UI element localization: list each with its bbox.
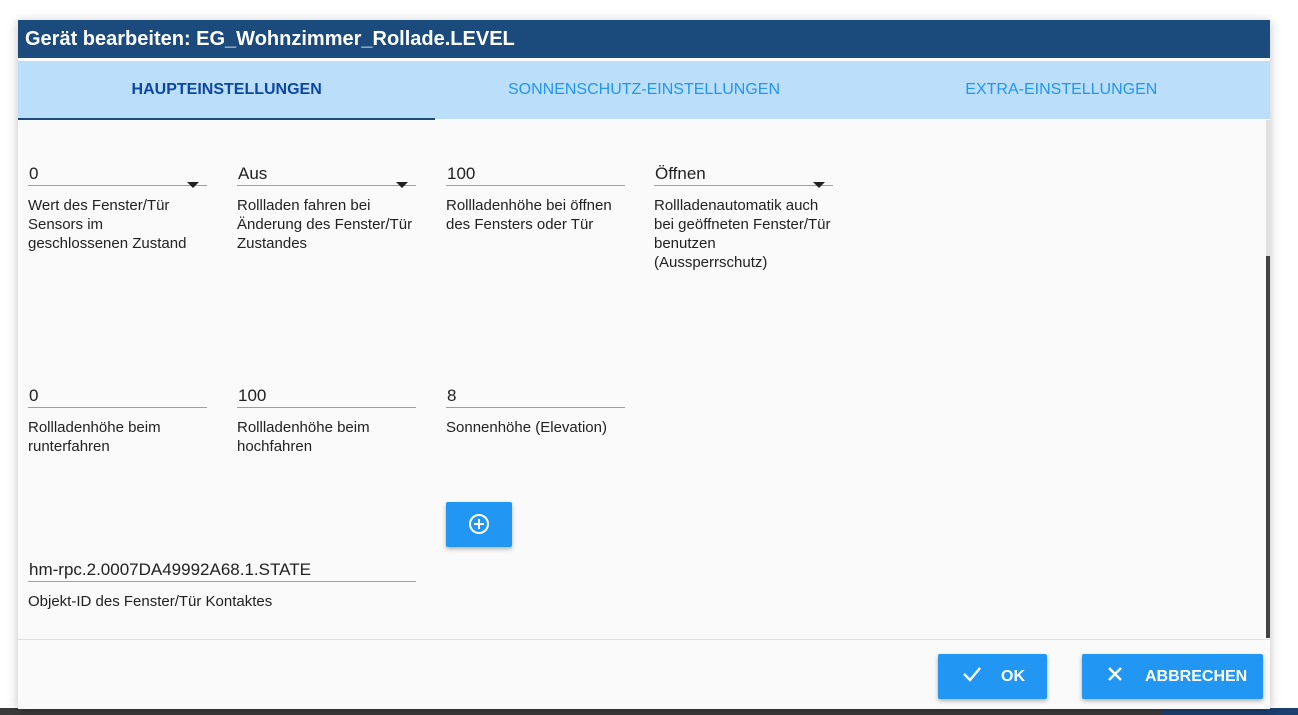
tab-extra-settings[interactable]: EXTRA-EINSTELLUNGEN [853,61,1270,119]
tab-bar: HAUPTEINSTELLUNGEN SONNENSCHUTZ-EINSTELL… [18,61,1270,120]
height-up-value: 100 [238,386,267,405]
window-contact-id-value: hm-rpc.2.0007DA49992A68.1.STATE [29,560,311,579]
sun-elevation-field: 8 Sonnenhöhe (Elevation) [446,362,625,437]
move-on-window-change-field: Aus Rollladen fahren bei Änderung des Fe… [237,140,416,253]
background-strip [0,708,1298,715]
automatic-on-open-window-select[interactable]: Öffnen [654,140,833,188]
window-contact-id-input[interactable]: hm-rpc.2.0007DA49992A68.1.STATE [28,536,416,582]
height-on-window-open-input[interactable]: 100 [446,140,625,186]
dropdown-arrow-icon [813,182,825,188]
move-on-window-change-select[interactable]: Aus [237,140,416,188]
height-up-field: 100 Rollladenhöhe beim hochfahren [237,362,416,456]
window-contact-id-helper: Objekt-ID des Fenster/Tür Kontaktes [28,593,273,610]
tab-sun-protection-settings[interactable]: SONNENSCHUTZ-EINSTELLUNGEN [435,61,852,119]
plus-circle-icon [469,514,489,534]
main-settings-panel: 0 Wert des Fenster/Tür Sensors im geschl… [18,120,1270,638]
window-closed-value: 0 [29,164,39,183]
tab-main-settings[interactable]: HAUPTEINSTELLUNGEN [18,61,436,120]
sun-elevation-helper: Sonnenhöhe (Elevation) [446,419,607,436]
scrollbar-thumb[interactable] [1266,256,1270,638]
move-on-window-change-helper: Rollladen fahren bei Änderung des Fenste… [237,197,413,252]
height-up-input[interactable]: 100 [237,362,416,408]
background-strip-dark [0,708,1162,715]
window-closed-value-select[interactable]: 0 [28,140,207,188]
height-down-input[interactable]: 0 [28,362,207,408]
dialog-title: Gerät bearbeiten: EG_Wohnzimmer_Rollade.… [18,20,1270,58]
dropdown-arrow-icon [187,182,199,188]
window-contact-id-field: hm-rpc.2.0007DA49992A68.1.STATE Objekt-I… [28,536,416,611]
cancel-button[interactable]: ABBRECHEN [1082,654,1263,699]
height-on-window-open-field: 100 Rollladenhöhe bei öffnen des Fenster… [446,140,625,234]
height-on-window-open-value: 100 [447,164,476,183]
add-object-button[interactable] [446,502,512,547]
automatic-on-open-window-value: Öffnen [655,164,706,183]
sun-elevation-input[interactable]: 8 [446,362,625,408]
window-closed-value-field: 0 Wert des Fenster/Tür Sensors im geschl… [28,140,207,253]
checkmark-icon [962,666,982,687]
ok-button[interactable]: OK [938,654,1047,699]
automatic-on-open-window-helper: Rollladenautomatik auch bei geöffneten F… [654,197,831,271]
height-down-helper: Rollladenhöhe beim runterfahren [28,419,161,455]
sun-elevation-value: 8 [447,386,457,405]
automatic-on-open-window-field: Öffnen Rollladenautomatik auch bei geöff… [654,140,833,272]
window-closed-value-helper: Wert des Fenster/Tür Sensors im geschlos… [28,197,187,252]
height-down-value: 0 [29,386,39,405]
height-down-field: 0 Rollladenhöhe beim runterfahren [28,362,207,456]
move-on-window-change-value: Aus [238,164,268,183]
cancel-button-label: ABBRECHEN [1145,667,1248,685]
ok-button-label: OK [1001,667,1025,685]
vertical-scrollbar[interactable] [1266,120,1270,638]
close-icon [1107,666,1123,687]
dropdown-arrow-icon [396,182,408,188]
height-on-window-open-helper: Rollladenhöhe bei öffnen des Fensters od… [446,197,612,233]
edit-device-dialog: Gerät bearbeiten: EG_Wohnzimmer_Rollade.… [18,20,1270,709]
height-up-helper: Rollladenhöhe beim hochfahren [237,419,370,455]
dialog-footer: OK ABBRECHEN [18,639,1270,709]
